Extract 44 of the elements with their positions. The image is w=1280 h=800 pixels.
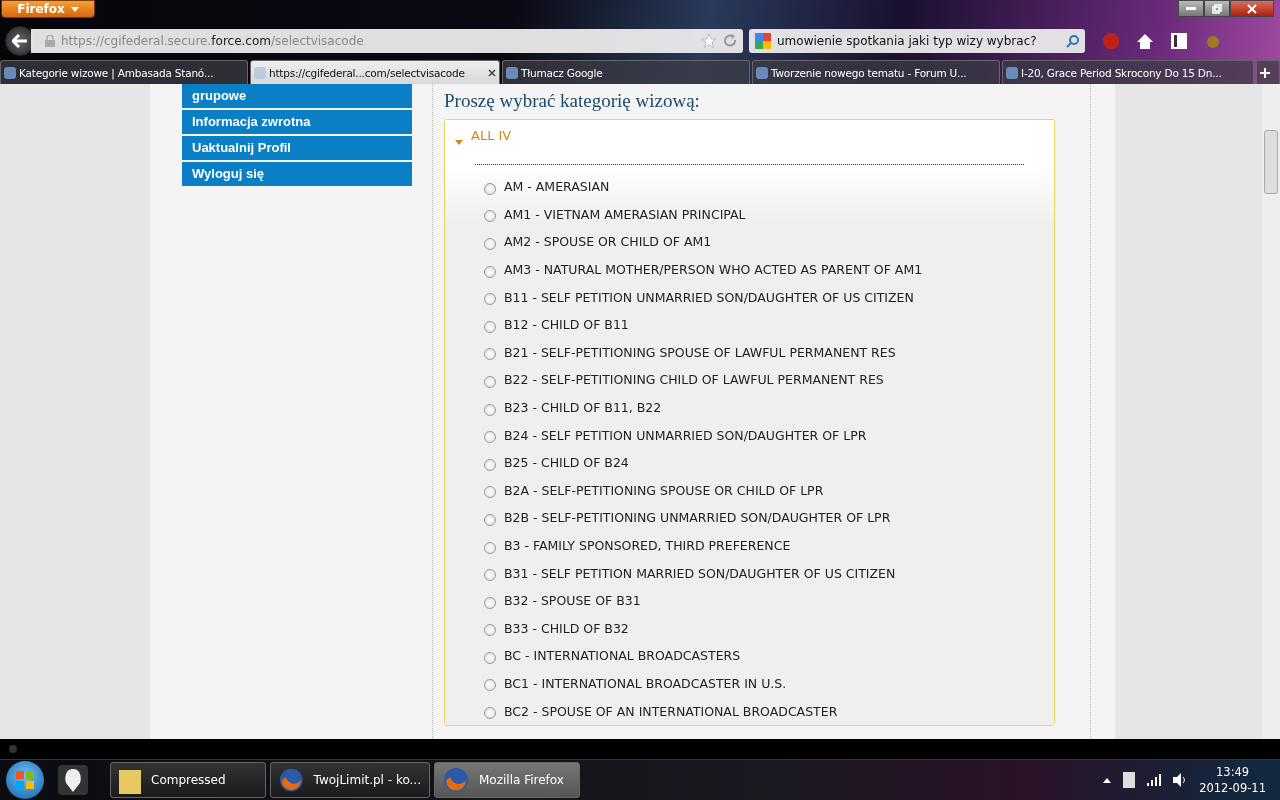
taskbar-button[interactable]: Compressed (110, 762, 266, 798)
tab-title: Tworzenie nowego tematu - Forum U... (771, 66, 967, 79)
tab-title: Tłumacz Google (521, 66, 603, 79)
visa-option[interactable]: B31 - SELF PETITION MARRIED SON/DAUGHTER OF US CITIZEN (475, 559, 1024, 587)
sidebar-link[interactable]: Uaktualnij Profil (182, 136, 412, 160)
clock-date: 2012-09-11 (1199, 781, 1266, 795)
tab-title: I-20, Grace Period Skrocony Do 15 Dn... (1021, 66, 1222, 79)
visa-option[interactable]: B24 - SELF PETITION UNMARRIED SON/DAUGHTER OF LPR (475, 421, 1024, 449)
browser-tab[interactable]: I-20, Grace Period Skrocony Do 15 Dn... (1002, 60, 1254, 84)
sidebar-link[interactable]: Informacja zwrotna (182, 110, 412, 134)
taskbar-button[interactable]: TwojLimit.pl - ko... (270, 762, 430, 798)
visa-option[interactable]: BC2 - SPOUSE OF AN INTERNATIONAL BROADCASTER (475, 697, 1024, 725)
address-bar[interactable]: https://cgifederal.secure.force.com/selectvisacode (31, 29, 743, 53)
visa-option[interactable]: AM1 - VIETNAM AMERASIAN PRINCIPAL (475, 200, 1024, 229)
visa-option[interactable]: B3 - FAMILY SPONSORED, THIRD PREFERENCE (475, 531, 1024, 560)
visa-option[interactable]: AM2 - SPOUSE OR CHILD OF AM1 (475, 228, 1024, 256)
visa-option[interactable]: B2B - SELF-PETITIONING UNMARRIED SON/DAUGHTER OF LPR (475, 504, 1024, 532)
visa-option[interactable]: B32 - SPOUSE OF B31 (475, 586, 1024, 615)
visa-option[interactable]: AM - AMERASIAN (475, 173, 1024, 201)
visa-option[interactable]: B12 - CHILD OF B11 (475, 310, 1024, 339)
visa-option[interactable]: AM3 - NATURAL MOTHER/PERSON WHO ACTED AS PARENT OF AM1 (475, 255, 1024, 284)
visa-option[interactable]: B11 - SELF PETITION UNMARRIED SON/DAUGHTER OF US CITIZEN (475, 283, 1024, 311)
sidebar-link[interactable]: grupowe (182, 84, 412, 108)
browser-tab[interactable]: Tłumacz Google (502, 60, 750, 84)
search-text: umowienie spotkania jaki typ wizy wybrac? (777, 34, 1037, 48)
visa-option[interactable]: B2A - SELF-PETITIONING SPOUSE OR CHILD OF LPR (475, 476, 1024, 505)
visa-option[interactable]: B21 - SELF-PETITIONING SPOUSE OF LAWFUL PERMANENT RES (475, 338, 1024, 367)
tab-title: https://cgifederal...com/selectvisacode (269, 66, 465, 79)
sidebar-link[interactable]: Wyloguj się (182, 162, 412, 186)
visa-option[interactable]: BC - INTERNATIONAL BROADCASTERS (475, 642, 1024, 670)
visa-option[interactable]: B33 - CHILD OF B32 (475, 614, 1024, 643)
page-heading: Proszę wybrać kategorię wizową: (444, 90, 701, 112)
browser-tab[interactable]: Kategorie wizowe | Ambasada Stanó... (0, 60, 248, 84)
visa-option[interactable]: BC1 - INTERNATIONAL BROADCASTER IN U.S. (475, 669, 1024, 698)
visa-option[interactable]: B22 - SELF-PETITIONING CHILD OF LAWFUL PERMANENT RES (475, 366, 1024, 394)
visa-option[interactable]: B25 - CHILD OF B24 (475, 448, 1024, 477)
taskbar-button[interactable]: Mozilla Firefox (434, 762, 580, 798)
visa-option[interactable]: B23 - CHILD OF B11, B22 (475, 393, 1024, 422)
browser-tab[interactable]: https://cgifederal...com/selectvisacode (250, 60, 500, 84)
url-text: https://cgifederal.secure.force.com/selectvisacode (61, 34, 364, 48)
browser-tab[interactable]: Tworzenie nowego tematu - Forum U... (752, 60, 1000, 84)
tab-title: Kategorie wizowe | Ambasada Stanó... (19, 66, 214, 79)
clock-time: 13:49 (1216, 765, 1250, 779)
search-field[interactable]: umowienie spotkania jaki typ wizy wybrac? (749, 29, 1085, 53)
